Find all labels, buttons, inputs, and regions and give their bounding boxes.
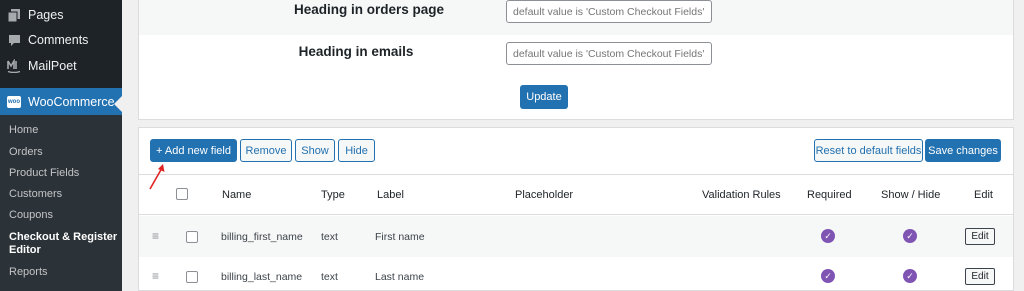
sidebar-item-label: MailPoet <box>28 59 77 73</box>
add-new-field-button[interactable]: + Add new field <box>150 139 237 162</box>
orders-heading-input[interactable] <box>506 0 712 23</box>
woocommerce-icon: woo <box>7 95 21 109</box>
reset-default-fields-button[interactable]: Reset to default fields <box>814 139 923 162</box>
submenu-checkout-register-editor[interactable]: Checkout & Register <box>9 231 117 244</box>
header-type: Type <box>321 189 345 201</box>
comments-icon <box>7 33 21 47</box>
heading-settings-panel: Heading in orders page Heading in emails… <box>138 0 1014 120</box>
submenu-coupons[interactable]: Coupons <box>9 209 53 222</box>
field-type: text <box>321 271 338 283</box>
header-placeholder: Placeholder <box>515 189 574 201</box>
settings-row-emails-heading: Heading in emails <box>139 35 1013 70</box>
sidebar-item-label: Pages <box>28 8 64 22</box>
header-required: Required <box>807 189 852 201</box>
submenu-product-fields[interactable]: Product Fields <box>9 167 79 180</box>
shown-check-icon: ✓ <box>903 229 917 243</box>
field-name: billing_first_name <box>221 231 303 243</box>
submenu-customers[interactable]: Customers <box>9 188 62 201</box>
admin-sidebar: Pages Comments MailPoet woo WooCommerce … <box>0 0 122 291</box>
show-button[interactable]: Show <box>295 139 335 162</box>
settings-row-orders-heading: Heading in orders page <box>139 0 1013 35</box>
update-button[interactable]: Update <box>520 85 568 109</box>
submenu-reports[interactable]: Reports <box>9 266 48 279</box>
header-label: Label <box>377 189 404 201</box>
drag-handle-icon[interactable]: ≡ <box>152 269 159 283</box>
shown-check-icon: ✓ <box>903 269 917 283</box>
submenu-checkout-register-editor-line2[interactable]: Editor <box>9 244 41 257</box>
required-check-icon: ✓ <box>821 269 835 283</box>
checkout-fields-panel: + Add new field Remove Show Hide Reset t… <box>138 127 1014 291</box>
mailpoet-icon <box>7 59 21 73</box>
sidebar-item-pages[interactable]: Pages <box>0 2 122 28</box>
save-changes-button[interactable]: Save changes <box>925 139 1001 162</box>
sidebar-item-label: WooCommerce <box>28 94 115 109</box>
field-type: text <box>321 231 338 243</box>
field-label: Last name <box>375 271 425 283</box>
row-checkbox[interactable] <box>186 231 198 243</box>
table-row: ≡ billing_first_name text First name ✓ ✓… <box>139 216 1013 257</box>
orders-heading-label: Heading in orders page <box>293 2 445 17</box>
emails-heading-label: Heading in emails <box>298 44 414 59</box>
annotation-arrow-icon <box>149 164 165 190</box>
sidebar-item-woocommerce[interactable]: woo WooCommerce <box>0 88 122 115</box>
edit-button[interactable]: Edit <box>965 268 995 285</box>
submenu-orders[interactable]: Orders <box>9 146 43 159</box>
sidebar-item-comments[interactable]: Comments <box>0 27 122 53</box>
woocommerce-submenu: Home Orders Product Fields Customers Cou… <box>0 115 122 291</box>
header-show-hide: Show / Hide <box>881 189 941 201</box>
select-all-checkbox[interactable] <box>176 188 188 200</box>
header-name: Name <box>222 189 252 201</box>
sidebar-item-label: Comments <box>28 33 89 47</box>
header-validation-rules: Validation Rules <box>702 189 781 201</box>
drag-handle-icon[interactable]: ≡ <box>152 229 159 243</box>
field-name: billing_last_name <box>221 271 303 283</box>
edit-button[interactable]: Edit <box>965 228 995 245</box>
table-row: ≡ billing_last_name text Last name ✓ ✓ E… <box>139 257 1013 291</box>
hide-button[interactable]: Hide <box>338 139 375 162</box>
current-menu-arrow <box>114 96 122 112</box>
row-checkbox[interactable] <box>186 271 198 283</box>
field-label: First name <box>375 231 425 243</box>
sidebar-item-mailpoet[interactable]: MailPoet <box>0 53 122 79</box>
remove-button[interactable]: Remove <box>240 139 292 162</box>
pages-icon <box>7 8 21 22</box>
required-check-icon: ✓ <box>821 229 835 243</box>
submenu-home[interactable]: Home <box>9 124 38 137</box>
emails-heading-input[interactable] <box>506 42 712 65</box>
fields-table-header: Name Type Label Placeholder Validation R… <box>139 174 1013 215</box>
header-edit: Edit <box>974 189 993 201</box>
